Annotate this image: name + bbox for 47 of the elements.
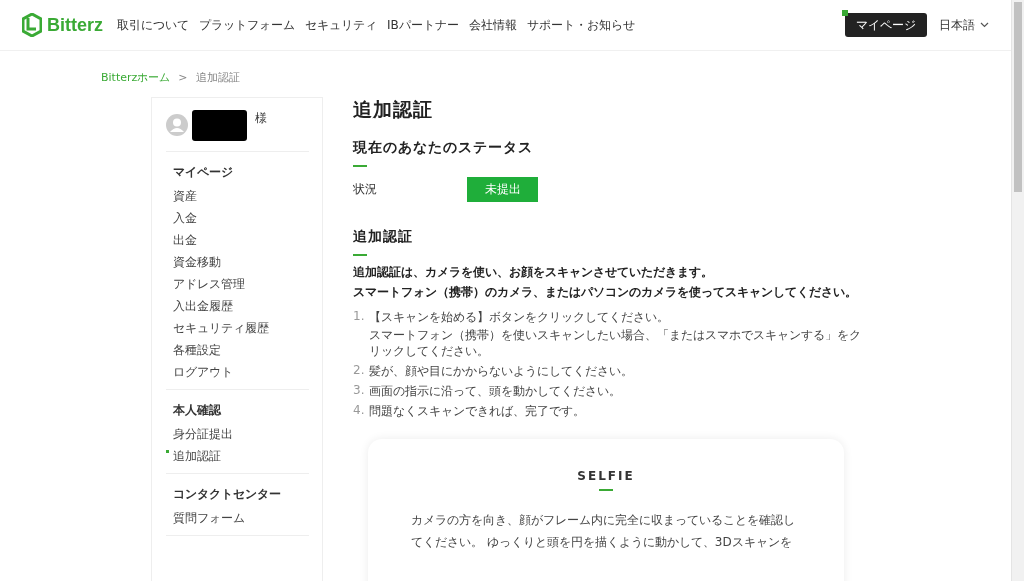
- status-label: 状況: [353, 181, 378, 198]
- redacted-name-block: [192, 110, 247, 141]
- page-title: 追加認証: [353, 97, 434, 122]
- sidebar-item[interactable]: セキュリティ履歴: [166, 320, 309, 337]
- step-text: 髪が、顔や目にかからないようにしてください。: [369, 363, 634, 379]
- status-badge: 未提出: [467, 177, 538, 202]
- hexagon-logo-icon: [22, 13, 42, 37]
- sidebar-item[interactable]: アドレス管理: [166, 276, 309, 293]
- nav-link[interactable]: サポート・お知らせ: [526, 16, 635, 34]
- sidebar-item[interactable]: 資産: [166, 188, 309, 205]
- card-instruction-text: カメラの方を向き、顔がフレーム内に完全に収まっていることを確認してください。 ゆっくりと頭を円を描くように動かして、3Dスキャンを: [411, 512, 796, 551]
- user-honorific: 様: [255, 110, 267, 127]
- scrollbar[interactable]: [1011, 0, 1024, 581]
- sidebar-item[interactable]: 質問フォーム: [166, 510, 309, 527]
- step-number: 2.: [353, 363, 365, 379]
- sidebar-item[interactable]: 資金移動: [166, 254, 309, 271]
- sidebar-item[interactable]: 各種設定: [166, 342, 309, 359]
- breadcrumb-current: 追加認証: [195, 69, 240, 85]
- user-avatar-icon: [166, 114, 188, 136]
- step-text: 問題なくスキャンできれば、完了です。: [369, 403, 586, 419]
- sidebar-group-title: コンタクトセンター: [172, 486, 282, 503]
- sidebar-item[interactable]: 出金: [166, 232, 309, 249]
- sidebar-group-title: 本人確認: [172, 402, 222, 419]
- sidebar-item[interactable]: 入出金履歴: [166, 298, 309, 315]
- step-text: 画面の指示に沿って、頭を動かしてください。: [369, 383, 622, 399]
- scrollbar-thumb[interactable]: [1014, 2, 1022, 192]
- mypage-button[interactable]: マイページ: [845, 13, 927, 37]
- sidebar-item[interactable]: ログアウト: [166, 364, 309, 381]
- step-text: スマートフォン（携帯）を使いスキャンしたい場合、「またはスマホでスキャンする」をクリックしてください。: [369, 327, 862, 359]
- intro-text: スマートフォン（携帯）のカメラ、またはパソコンのカメラを使ってスキャンしてください。: [353, 284, 858, 301]
- nav-link[interactable]: IBパートナー: [387, 16, 459, 34]
- card-title: SELFIE: [577, 469, 635, 491]
- sidebar-group-title: マイページ: [172, 164, 234, 181]
- chevron-down-icon: [980, 22, 989, 28]
- step-number: 1.: [353, 309, 365, 325]
- nav-link[interactable]: 会社情報: [468, 16, 517, 34]
- step-number: 3.: [353, 383, 365, 399]
- step-text: 【スキャンを始める】ボタンをクリックしてください。: [369, 309, 670, 325]
- language-selector[interactable]: 日本語: [939, 16, 989, 34]
- step-number: 4.: [353, 403, 365, 419]
- intro-text: 追加認証は、カメラを使い、お顔をスキャンさせていただきます。: [353, 264, 714, 281]
- nav-link[interactable]: セキュリティ: [305, 16, 377, 34]
- sidebar-item[interactable]: 入金: [166, 210, 309, 227]
- breadcrumb-separator: >: [178, 70, 188, 84]
- nav-link[interactable]: プラットフォーム: [199, 16, 295, 34]
- nav-link[interactable]: 取引について: [117, 16, 189, 34]
- sidebar-item[interactable]: 身分証提出: [166, 426, 309, 443]
